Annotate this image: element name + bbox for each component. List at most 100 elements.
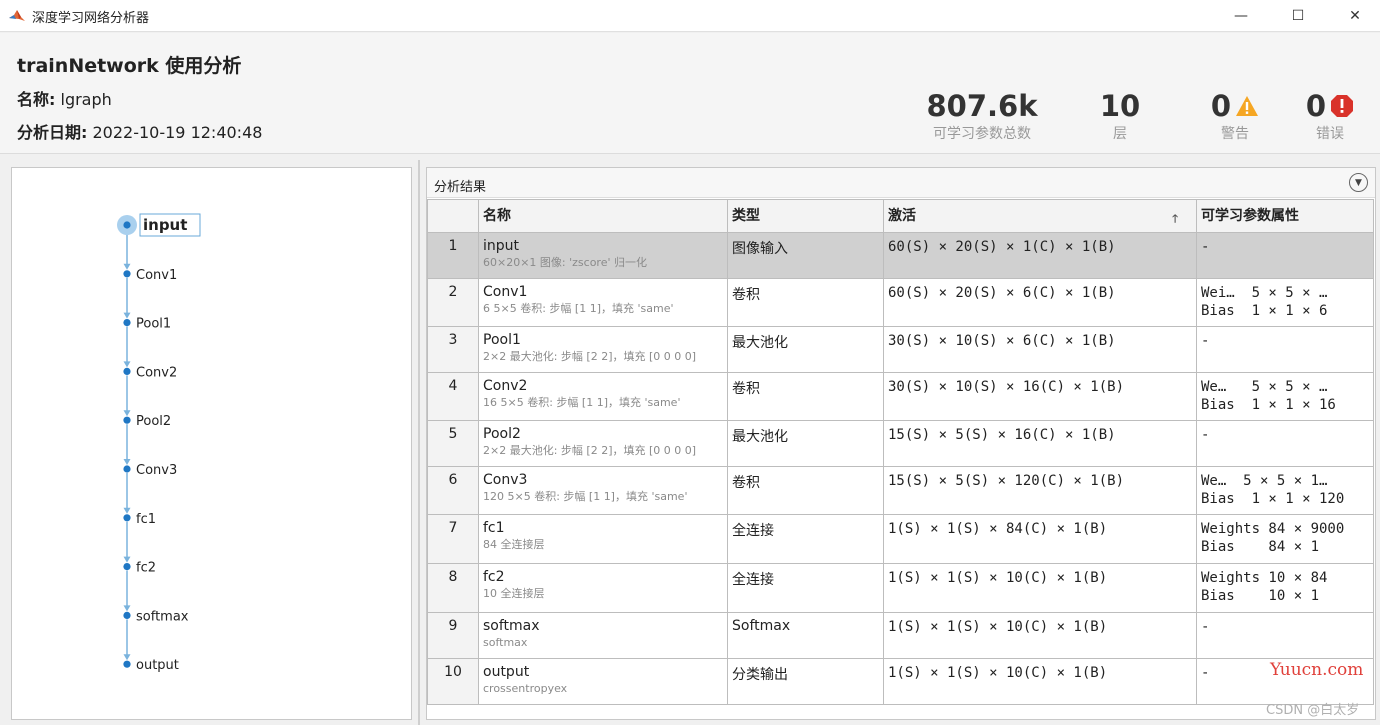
stat-warnings[interactable]: 0 警告 [1195, 89, 1275, 143]
table-row[interactable]: 7 fc1 84 全连接层 全连接 1(S) × 1(S) × 84(C) × 1(B)… [427, 514, 1374, 564]
graph-edge-arrow [123, 312, 131, 319]
layer-name-cell: Conv2 16 5×5 卷积: 步幅 [1 1]，填充 'same' [478, 372, 728, 421]
column-header-params[interactable]: 可学习参数属性 [1196, 199, 1374, 233]
row-index: 5 [427, 420, 479, 467]
table-row[interactable]: 6 Conv3 120 5×5 卷积: 步幅 [1 1]，填充 'same' 卷积 15… [427, 466, 1374, 515]
row-index: 4 [427, 372, 479, 421]
graph-node-dot [123, 270, 131, 278]
panel-splitter[interactable] [418, 160, 420, 725]
layer-type: 卷积 [727, 372, 884, 421]
sort-ascending-icon[interactable]: 🡑 [1172, 210, 1178, 229]
layer-learnables: We… 5 × 5 × … Bias 1 × 1 × 16 [1196, 372, 1374, 421]
row-index: 7 [427, 514, 479, 564]
error-icon [1331, 95, 1354, 117]
layers-table: 名称 类型 激活 🡑 可学习参数属性 1 input 60×20×1 图像: 'zs… [427, 199, 1374, 705]
title-bar: 深度学习网络分析器 — ☐ ✕ [0, 0, 1380, 32]
row-index: 10 [427, 658, 479, 705]
graph-node-pool2[interactable]: Pool2 [123, 414, 171, 429]
layer-learnables: We… 5 × 5 × 1… Bias 1 × 1 × 120 [1196, 466, 1374, 515]
graph-node-pool1[interactable]: Pool1 [123, 317, 171, 332]
layer-name: output [483, 664, 530, 680]
table-row[interactable]: 9 softmax softmax Softmax 1(S) × 1(S) × 10(C… [427, 612, 1374, 659]
graph-node-dot [123, 221, 131, 229]
graph-node-input[interactable]: input [117, 213, 201, 237]
network-name-value: lgraph [60, 90, 112, 109]
layer-description: 10 全连接层 [483, 587, 545, 600]
layer-name: Conv2 [483, 378, 528, 394]
table-row[interactable]: 4 Conv2 16 5×5 卷积: 步幅 [1 1]，填充 'same' 卷积 30(… [427, 372, 1374, 421]
layer-activation: 15(S) × 5(S) × 120(C) × 1(B) [883, 466, 1197, 515]
layers-count-value: 10 [1099, 89, 1141, 123]
column-header-name[interactable]: 名称 [478, 199, 728, 233]
layer-type: 全连接 [727, 563, 884, 613]
warnings-label: 警告 [1221, 126, 1249, 142]
minimize-button[interactable]: — [1218, 0, 1264, 32]
table-row[interactable]: 2 Conv1 6 5×5 卷积: 步幅 [1 1]，填充 'same' 卷积 60(S… [427, 278, 1374, 327]
graph-node-fc2[interactable]: fc2 [123, 561, 156, 576]
analysis-date-value: 2022-10-19 12:40:48 [92, 123, 263, 142]
layer-activation: 30(S) × 10(S) × 6(C) × 1(B) [883, 326, 1197, 373]
graph-edge-arrow [123, 263, 131, 270]
table-row[interactable]: 10 output crossentropyex 分类输出 1(S) × 1(S) × … [427, 658, 1374, 705]
table-row[interactable]: 5 Pool2 2×2 最大池化: 步幅 [2 2]，填充 [0 0 0 0] 最大池… [427, 420, 1374, 467]
layer-graph[interactable]: input Conv1 Pool1 Conv2 Pool2 Conv3 fc1 fc2 soft… [12, 168, 411, 719]
column-header-index[interactable] [427, 199, 479, 233]
column-header-type[interactable]: 类型 [727, 199, 884, 233]
graph-edge-arrow [123, 361, 131, 368]
layer-activation: 1(S) × 1(S) × 84(C) × 1(B) [883, 514, 1197, 564]
graph-node-softmax[interactable]: softmax [123, 609, 189, 624]
stat-errors[interactable]: 0 错误 [1290, 89, 1370, 143]
watermark-site: Yuucn.com [1270, 660, 1364, 680]
params-total-value: 807.6k [926, 89, 1038, 123]
layer-type: Softmax [727, 612, 884, 659]
layers-count-label: 层 [1113, 126, 1127, 142]
layer-description: 2×2 最大池化: 步幅 [2 2]，填充 [0 0 0 0] [483, 444, 697, 457]
graph-node-label: Conv2 [136, 365, 177, 380]
graph-edge-arrow [123, 556, 131, 563]
graph-node-dot [123, 465, 131, 473]
layer-type: 卷积 [727, 278, 884, 327]
close-button[interactable]: ✕ [1332, 0, 1378, 32]
layer-type: 卷积 [727, 466, 884, 515]
column-header-activation[interactable]: 激活 🡑 [883, 199, 1197, 233]
analysis-title: trainNetwork 使用分析 [17, 55, 242, 77]
table-row[interactable]: 8 fc2 10 全连接层 全连接 1(S) × 1(S) × 10(C) × 1(B)… [427, 563, 1374, 613]
graph-edge-arrow [123, 410, 131, 417]
layer-name: Conv3 [483, 472, 528, 488]
layer-name-cell: fc2 10 全连接层 [478, 563, 728, 613]
graph-node-fc1[interactable]: fc1 [123, 512, 156, 527]
graph-node-dot [123, 367, 131, 375]
params-total-label: 可学习参数总数 [933, 126, 1031, 142]
graph-node-output[interactable]: output [123, 658, 179, 673]
row-index: 8 [427, 563, 479, 613]
table-header-row: 名称 类型 激活 🡑 可学习参数属性 [427, 199, 1374, 233]
row-index: 1 [427, 232, 479, 279]
layer-description: crossentropyex [483, 682, 568, 695]
table-row[interactable]: 3 Pool1 2×2 最大池化: 步幅 [2 2]，填充 [0 0 0 0] 最大池… [427, 326, 1374, 373]
graph-node-dot [123, 319, 131, 327]
maximize-button[interactable]: ☐ [1275, 0, 1321, 32]
graph-node-conv2[interactable]: Conv2 [123, 365, 177, 380]
graph-node-conv3[interactable]: Conv3 [123, 463, 177, 478]
warning-icon [1236, 96, 1259, 116]
collapse-icon[interactable]: ▼ [1349, 173, 1368, 192]
graph-edge-arrow [123, 459, 131, 465]
graph-node-dot [123, 416, 131, 424]
analyzer-window: 深度学习网络分析器 — ☐ ✕ trainNetwork 使用分析 名称: lg… [0, 0, 1380, 725]
row-index: 9 [427, 612, 479, 659]
graph-node-label: input [143, 216, 187, 234]
graph-node-label: Conv3 [136, 463, 177, 478]
errors-value-wrap: 0 [1290, 89, 1370, 123]
layer-name-cell: softmax softmax [478, 612, 728, 659]
table-row[interactable]: 1 input 60×20×1 图像: 'zscore' 归一化 图像输入 60(S) … [427, 232, 1374, 279]
analysis-summary: trainNetwork 使用分析 名称: lgraph 分析日期: 2022-… [0, 33, 1380, 154]
layer-graph-panel[interactable]: input Conv1 Pool1 Conv2 Pool2 Conv3 fc1 fc2 soft… [11, 167, 412, 720]
layer-type: 最大池化 [727, 420, 884, 467]
watermark-credit: CSDN @白太岁 [1266, 703, 1360, 718]
errors-count-value: 0 [1305, 89, 1327, 123]
layer-activation: 1(S) × 1(S) × 10(C) × 1(B) [883, 658, 1197, 705]
layer-learnables: - [1196, 232, 1374, 279]
layer-description: 16 5×5 卷积: 步幅 [1 1]，填充 'same' [483, 396, 681, 409]
graph-node-conv1[interactable]: Conv1 [123, 268, 177, 283]
layer-learnables: - [1196, 420, 1374, 467]
